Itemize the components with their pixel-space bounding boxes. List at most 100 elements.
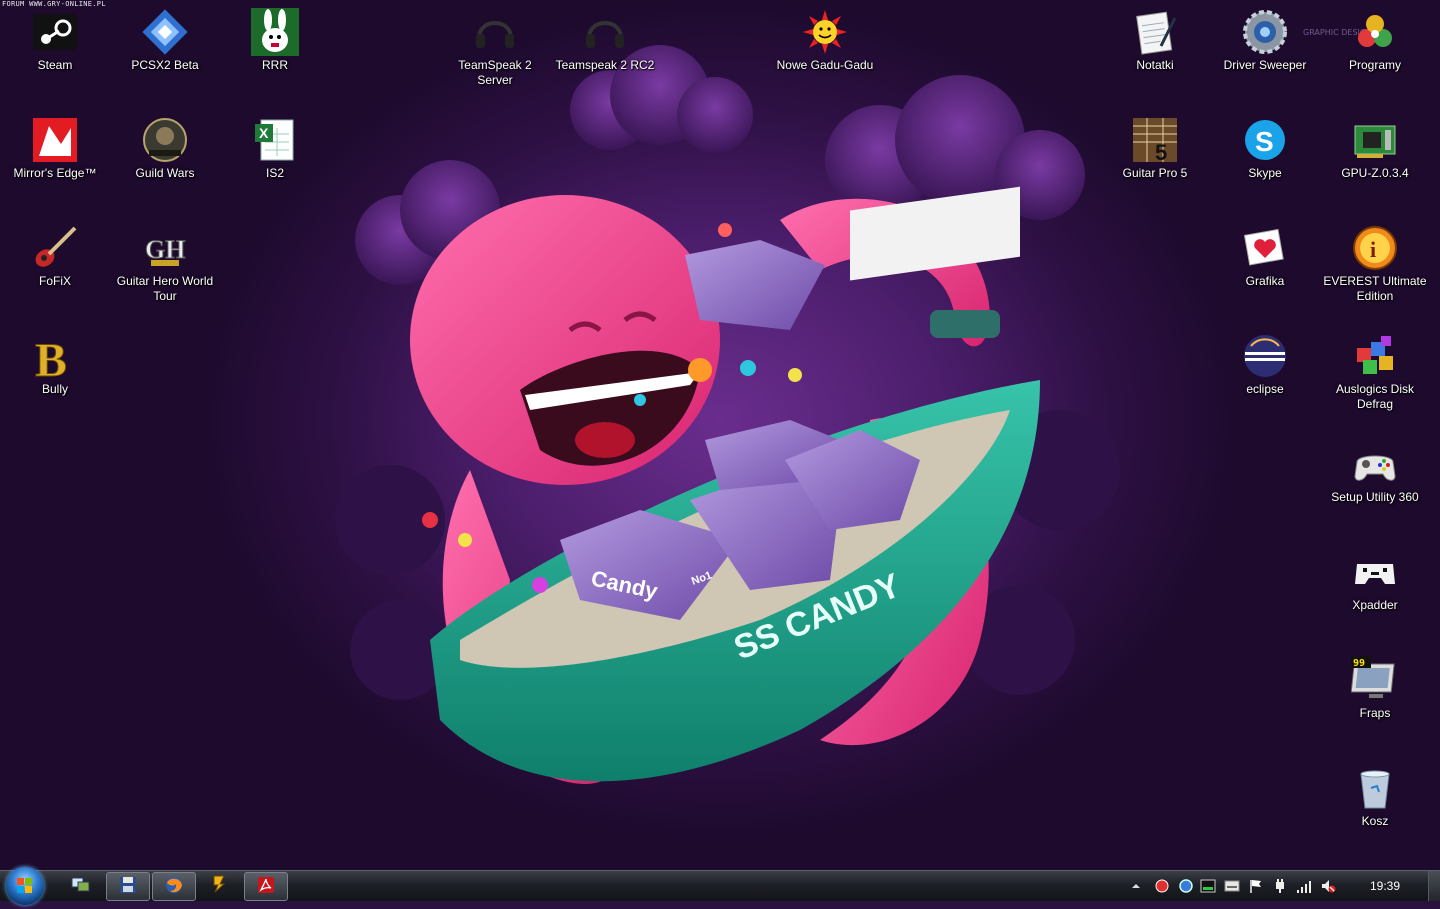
icon-label: Programy <box>1348 58 1401 72</box>
gh-logo-icon: GH <box>141 224 189 272</box>
desktop-icon-recycle-bin[interactable]: Kosz <box>1323 764 1427 829</box>
acrobat-icon <box>257 876 275 898</box>
icon-label: Teamspeak 2 RC2 <box>555 58 655 72</box>
desktop-icon-programy[interactable]: Programy <box>1323 8 1427 73</box>
desktop-icon-grafika[interactable]: Grafika <box>1213 224 1317 289</box>
taskbar-floppy-save-button[interactable] <box>106 872 150 901</box>
icon-label: Xpadder <box>1352 598 1398 612</box>
desktop-icon-fraps[interactable]: 99 Fraps <box>1323 656 1427 721</box>
desktop-icon-is2[interactable]: X IS2 <box>223 116 327 181</box>
floppy-save-icon <box>119 876 137 898</box>
chevron-up-icon[interactable] <box>1128 878 1144 894</box>
gpu-card-icon <box>1351 116 1399 164</box>
icon-label: PCSX2 Beta <box>131 58 199 72</box>
pcsx2-icon <box>141 8 189 56</box>
desktop-icon-guitar-pro[interactable]: 5 Guitar Pro 5 <box>1103 116 1207 181</box>
icon-label: Notatki <box>1136 58 1174 72</box>
wallpaper-octopus <box>410 195 720 485</box>
svg-text:i: i <box>1370 237 1376 262</box>
desktop-icon-setup-utility[interactable]: Setup Utility 360 <box>1323 440 1427 505</box>
svg-text:GH: GH <box>145 235 185 264</box>
icon-label: Guitar Hero World Tour <box>116 274 214 303</box>
desktop-icon-gadu-gadu[interactable]: Nowe Gadu-Gadu <box>773 8 877 73</box>
taskbar-show-desktop-windows-button[interactable] <box>60 872 102 899</box>
svg-text:5: 5 <box>1155 140 1167 164</box>
taskbar-winamp-button[interactable] <box>198 872 240 899</box>
taskbar-clock[interactable]: 19:39 <box>1370 879 1400 893</box>
desktop-icon-guild-wars[interactable]: Guild Wars <box>113 116 217 181</box>
keyboard-icon[interactable] <box>1224 878 1240 894</box>
desktop-icon-xpadder[interactable]: Xpadder <box>1323 548 1427 613</box>
watermark-text: FORUM WWW.GRY-ONLINE.PL <box>2 0 106 8</box>
windows-start-icon[interactable] <box>6 867 44 905</box>
icon-label: Fraps <box>1359 706 1391 720</box>
taskbar-acrobat-button[interactable] <box>244 872 288 901</box>
icon-label: RRR <box>262 58 288 72</box>
desktop-icon-guitar-hero[interactable]: GH Guitar Hero World Tour <box>113 224 217 304</box>
taskbar-firefox-button[interactable] <box>152 872 196 901</box>
mirrors-edge-icon <box>31 116 79 164</box>
desktop-icon-pcsx2[interactable]: PCSX2 Beta <box>113 8 217 73</box>
icon-label: Bully <box>41 382 68 396</box>
fraps-monitor-icon: 99 <box>1351 656 1399 704</box>
desktop[interactable]: SS CANDY Candy No1 FORUM WWW.GRY-ONLINE.… <box>0 0 1440 870</box>
taskbar: 19:39 <box>0 867 1440 905</box>
icon-label: TeamSpeak 2 Server <box>458 58 532 87</box>
desktop-icon-eclipse[interactable]: eclipse <box>1213 332 1317 397</box>
icon-label: Mirror's Edge™ <box>13 166 97 180</box>
icon-label: Grafika <box>1245 274 1285 288</box>
icon-label: Guitar Pro 5 <box>1122 166 1188 180</box>
desktop-icon-gpu-z[interactable]: GPU-Z.0.3.4 <box>1323 116 1427 181</box>
firefox-icon <box>164 875 184 899</box>
svg-text:B: B <box>35 334 67 380</box>
show-desktop-button[interactable] <box>1428 871 1440 901</box>
network-bars-icon[interactable] <box>1296 878 1312 894</box>
guitar-icon <box>31 224 79 272</box>
icon-label: Setup Utility 360 <box>1331 490 1419 504</box>
desktop-icon-rrr[interactable]: RRR <box>223 8 327 73</box>
skype-icon: S <box>1241 116 1289 164</box>
icon-label: Auslogics Disk Defrag <box>1335 382 1415 411</box>
icon-label: GPU-Z.0.3.4 <box>1341 166 1409 180</box>
svg-text:99: 99 <box>1353 658 1365 669</box>
svg-text:X: X <box>259 125 269 141</box>
desktop-icon-mirrors-edge[interactable]: Mirror's Edge™ <box>3 116 107 181</box>
icon-label: Steam <box>37 58 73 72</box>
red-dot-icon[interactable] <box>1154 878 1170 894</box>
system-tray <box>1128 871 1368 901</box>
desktop-icon-teamspeak-server[interactable]: TeamSpeak 2 Server <box>443 8 547 88</box>
icon-label: Kosz <box>1361 814 1389 828</box>
icon-label: Driver Sweeper <box>1223 58 1307 72</box>
desktop-icon-auslogics[interactable]: Auslogics Disk Defrag <box>1323 332 1427 412</box>
power-plug-icon[interactable] <box>1272 878 1288 894</box>
desktop-icon-skype[interactable]: S Skype <box>1213 116 1317 181</box>
heart-picture-icon <box>1241 224 1289 272</box>
folder-icon <box>1351 8 1399 56</box>
icon-label: Nowe Gadu-Gadu <box>776 58 874 72</box>
desktop-icon-bully[interactable]: B Bully <box>3 332 107 397</box>
gamepad-icon <box>1351 548 1399 596</box>
desktop-icon-driver-sweeper[interactable]: Driver Sweeper <box>1213 8 1317 73</box>
desktop-icon-notatki[interactable]: Notatki <box>1103 8 1207 73</box>
icon-label: eclipse <box>1246 382 1284 396</box>
xbox-controller-icon <box>1351 440 1399 488</box>
excel-icon: X <box>251 116 299 164</box>
speaker-muted-icon[interactable] <box>1320 878 1336 894</box>
desktop-icon-fofix[interactable]: FoFiX <box>3 224 107 289</box>
eclipse-icon <box>1241 332 1289 380</box>
desktop-icon-everest[interactable]: i EVEREST Ultimate Edition <box>1323 224 1427 304</box>
bully-icon: B <box>31 332 79 381</box>
guitar-pro-icon: 5 <box>1131 116 1179 164</box>
desktop-icon-teamspeak-rc2[interactable]: Teamspeak 2 RC2 <box>553 8 657 73</box>
recycle-bin-icon <box>1351 764 1399 812</box>
flag-icon[interactable] <box>1248 878 1264 894</box>
cpu-meter-icon[interactable] <box>1200 878 1216 894</box>
desktop-icon-steam[interactable]: Steam <box>3 8 107 73</box>
icon-label: Guild Wars <box>135 166 195 180</box>
icon-label: FoFiX <box>38 274 71 288</box>
sun-smiley-icon <box>801 8 849 56</box>
headphones-icon <box>471 8 519 56</box>
svg-text:S: S <box>1255 126 1274 157</box>
blue-circle-icon[interactable] <box>1178 878 1194 894</box>
show-desktop-windows-icon <box>71 875 91 897</box>
